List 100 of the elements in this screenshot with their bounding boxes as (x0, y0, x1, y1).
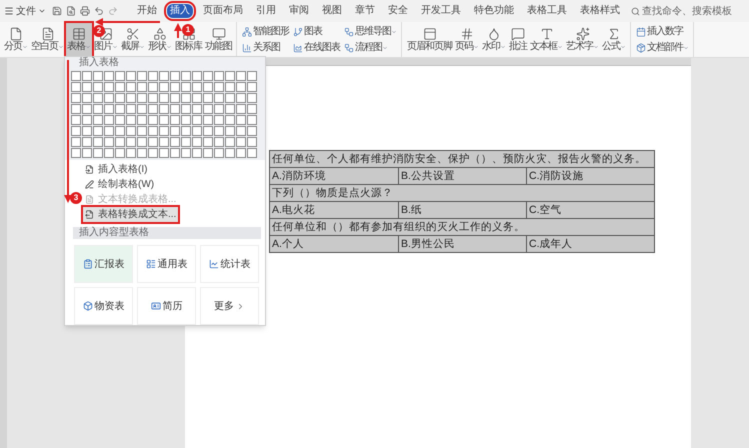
ribbon-button[interactable]: 截屏 (120, 22, 146, 56)
ribbon-button[interactable]: 水印 (481, 22, 507, 56)
calendar-icon (636, 26, 646, 36)
caret-icon (500, 44, 506, 50)
preview-icon[interactable] (66, 6, 76, 16)
ribbon-button[interactable]: 文档部件 (635, 40, 690, 54)
clipboard-icon (82, 259, 92, 269)
table-cell-text: 下列（）物质是点火源？ (271, 186, 394, 201)
shapes-icon (153, 26, 167, 40)
text-box-icon (540, 26, 554, 40)
caret-icon (382, 44, 388, 50)
ribbon-button[interactable]: 公式 (601, 22, 627, 56)
ribbon-button[interactable]: 关系图 (241, 40, 290, 54)
template-card[interactable]: 更多 (200, 287, 259, 325)
ribbon-tab[interactable]: 页面布局 (200, 4, 246, 18)
template-card[interactable]: 物资表 (74, 287, 133, 325)
ribbon-tab[interactable]: 安全 (385, 4, 411, 18)
menu-header: 插入表格 (65, 57, 265, 69)
table-cell-text: A.个人 (271, 237, 305, 252)
bar-chart-icon (242, 42, 252, 52)
ribbon-button[interactable]: 艺术字 (565, 22, 600, 56)
box-icon (82, 301, 92, 311)
ribbon-button[interactable]: 思维导图 (343, 24, 398, 38)
file-menu[interactable]: 文件 (4, 4, 46, 18)
undo-icon[interactable] (94, 6, 104, 16)
menu-item[interactable]: 表格转换成文本... (83, 207, 178, 222)
ribbon-tab[interactable]: 特色功能 (471, 4, 517, 18)
annotation-arrow (174, 23, 182, 38)
caret-icon (22, 44, 28, 50)
sigma-icon (607, 26, 621, 40)
ribbon-button[interactable]: 表格 (66, 22, 92, 56)
table-cell: C.空气 (526, 202, 654, 218)
ribbon-button[interactable]: 图表 (292, 24, 341, 38)
table-size-grid[interactable] (65, 69, 265, 160)
table-cell: B.男性公民 (398, 236, 526, 252)
document-icon (85, 195, 94, 204)
id-card-icon (150, 301, 160, 311)
flowchart-icon (344, 42, 354, 52)
template-card[interactable]: 通用表 (137, 245, 196, 283)
ribbon-tab[interactable]: 视图 (319, 4, 345, 18)
ribbon-tab[interactable]: 开发工具 (418, 4, 464, 18)
caret-icon (683, 44, 689, 50)
search-field[interactable]: 查找命令、搜索模板 (631, 4, 742, 18)
ribbon-tab[interactable]: 引用 (253, 4, 279, 18)
table-cell: C.成年人 (526, 236, 654, 252)
ribbon-tab[interactable]: 开始 (134, 4, 160, 18)
droplet-icon (487, 26, 501, 40)
table-export-icon (85, 210, 94, 219)
search-icon (631, 6, 640, 16)
header-icon (422, 26, 436, 40)
package-icon (636, 42, 646, 52)
line-chart-icon (208, 259, 218, 269)
ribbon-button[interactable]: 形状 (147, 22, 173, 56)
ribbon-tab[interactable]: 审阅 (286, 4, 312, 18)
print-icon[interactable] (80, 6, 90, 16)
caret-icon (473, 44, 479, 50)
sparkles-icon (576, 26, 590, 40)
ribbon-tab[interactable]: 插入 (167, 4, 193, 18)
template-card[interactable]: 简历 (137, 287, 196, 325)
grid-icon (182, 26, 196, 40)
ribbon-button[interactable]: 功能图 (204, 22, 233, 56)
ribbon-button[interactable]: 页眉和页脚 (406, 22, 453, 56)
comment-icon (511, 26, 525, 40)
table-cell-text: 任何单位和（）都有参加有组织的灭火工作的义务。 (271, 220, 526, 235)
page-break-icon (9, 26, 23, 40)
caret-icon (557, 44, 563, 50)
list-icon (146, 259, 156, 269)
table-cell-text: A.消防环境 (271, 169, 327, 184)
table-cell: B.公共设置 (398, 168, 526, 184)
ribbon-tab[interactable]: 表格工具 (524, 4, 570, 18)
area-chart-icon (293, 42, 303, 52)
template-card[interactable]: 汇报表 (74, 245, 133, 283)
pen-icon (85, 180, 94, 189)
template-card[interactable]: 统计表 (200, 245, 259, 283)
caret-icon (38, 7, 46, 15)
ribbon-button[interactable]: 在线图表 (292, 40, 341, 54)
table-icon (72, 26, 86, 40)
ribbon-button[interactable]: 空白页 (30, 22, 65, 56)
table-cell: C.消防设施 (526, 168, 654, 184)
ribbon-button[interactable]: 流程图 (343, 40, 398, 54)
network-icon (242, 26, 252, 36)
menu-item[interactable]: 插入表格(I) (83, 162, 261, 177)
menu-item[interactable]: 绘制表格(W) (83, 177, 261, 192)
ribbon-tab[interactable]: 表格样式 (577, 4, 623, 18)
branch-icon (293, 26, 303, 36)
ribbon-button[interactable]: 文本框 (529, 22, 564, 56)
caret-icon (593, 44, 599, 50)
ribbon-button[interactable]: 批注 (508, 22, 528, 56)
blank-page-icon (40, 26, 54, 40)
ribbon-button[interactable]: 分页 (3, 22, 29, 56)
ribbon-button[interactable]: 智能图形 (241, 24, 290, 38)
menu-icon (4, 6, 14, 16)
save-icon[interactable] (52, 6, 62, 16)
scissors-icon (126, 26, 140, 40)
caret-icon (620, 44, 626, 50)
table-cell-text: A.电火花 (271, 203, 316, 218)
ribbon-button[interactable]: 插入数字 (635, 24, 690, 38)
ribbon-button[interactable]: 页码 (454, 22, 480, 56)
table-cell: B.纸 (398, 202, 526, 218)
ribbon-tab[interactable]: 章节 (352, 4, 378, 18)
